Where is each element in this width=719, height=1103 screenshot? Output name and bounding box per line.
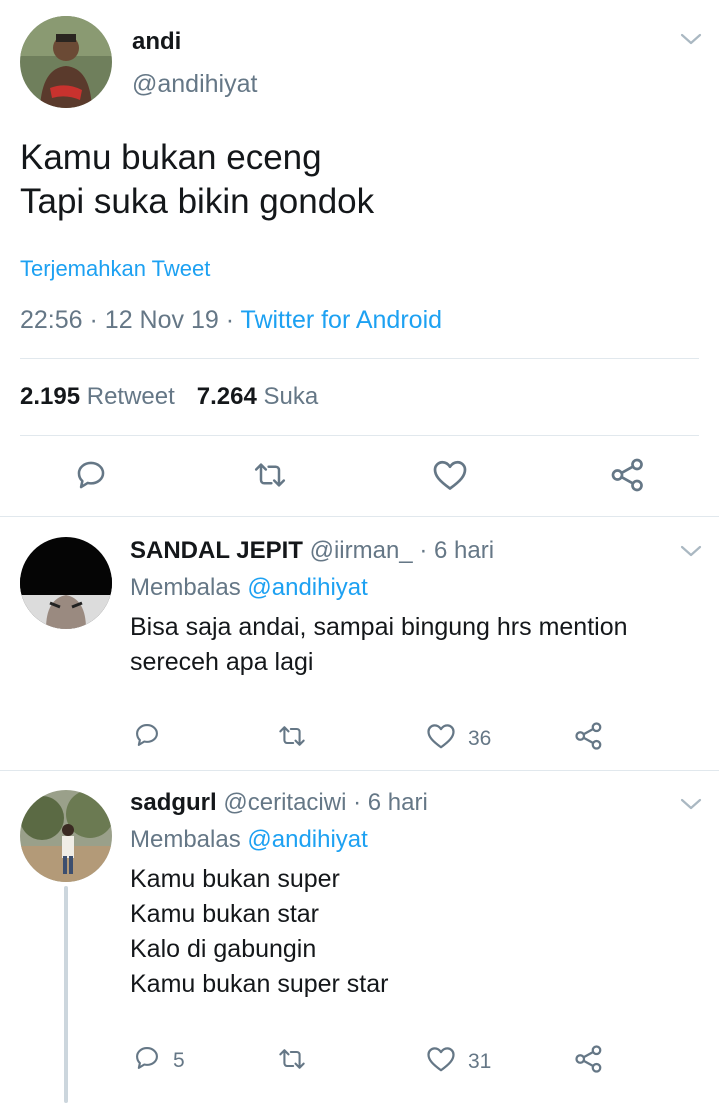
share-icon (574, 1044, 604, 1080)
like-button[interactable]: 36 (426, 722, 491, 756)
reply-button[interactable] (133, 721, 173, 755)
tweet-date: 12 Nov 19 (104, 306, 219, 334)
like-button[interactable]: 31 (426, 1045, 491, 1079)
reply-text-line: sereceh apa lagi (130, 648, 314, 676)
section-separator (0, 516, 719, 517)
share-button[interactable] (610, 457, 646, 493)
reply-header: sadgurl @ceritaciwi · 6 hari (130, 789, 428, 817)
reply-text: Bisa saja andai, sampai bingung hrs ment… (130, 610, 628, 680)
reply-icon (74, 458, 108, 492)
reply-text: Kamu bukan super Kamu bukan star Kalo di… (130, 862, 388, 1002)
like-icon (426, 1045, 456, 1079)
like-count: 36 (468, 727, 492, 750)
retweet-icon (276, 1045, 308, 1079)
like-icon (426, 722, 456, 756)
reply-author-handle[interactable]: @iirman_ (310, 537, 413, 564)
meta-separator: · (89, 306, 98, 334)
chevron-down-icon[interactable] (680, 544, 702, 558)
reply-button[interactable] (74, 458, 108, 492)
reply-age: · 6 hari (353, 789, 428, 816)
tweet-text-line: Kamu bukan eceng (20, 138, 322, 177)
reply-header: SANDAL JEPIT @iirman_ · 6 hari (130, 537, 494, 565)
retweet-button[interactable] (276, 1045, 308, 1079)
replying-to-link[interactable]: @andihiyat (247, 826, 367, 853)
replying-to-label: Membalas (130, 574, 241, 601)
retweet-button[interactable] (252, 458, 288, 492)
tweet-time: 22:56 (20, 306, 83, 334)
tweet-source-link[interactable]: Twitter for Android (241, 306, 442, 334)
author-name[interactable]: andi (132, 28, 181, 56)
reply-button[interactable]: 5 (133, 1044, 185, 1078)
share-button[interactable] (574, 1044, 604, 1080)
replying-to-link[interactable]: @andihiyat (247, 574, 367, 601)
retweet-stat-label: Retweet (86, 383, 175, 410)
reply-text-line: Bisa saja andai, sampai bingung hrs ment… (130, 613, 628, 641)
like-button[interactable] (432, 458, 468, 492)
chevron-down-icon[interactable] (680, 32, 702, 46)
reply-count: 5 (173, 1049, 185, 1072)
reply-text-line: Kamu bukan super star (130, 970, 389, 998)
thread-line (64, 886, 68, 1103)
share-button[interactable] (574, 721, 604, 757)
share-icon (610, 457, 646, 493)
reply-icon (133, 1044, 161, 1078)
tweet-text: Kamu bukan eceng Tapi suka bikin gondok (20, 136, 374, 224)
retweet-stat[interactable]: 2.195 Retweet (20, 383, 175, 410)
like-icon (432, 458, 468, 492)
reply-icon (133, 721, 161, 755)
divider (20, 358, 699, 359)
reply-author-handle[interactable]: @ceritaciwi (223, 789, 346, 816)
replying-to-label: Membalas (130, 826, 241, 853)
like-count: 7.264 (196, 383, 257, 410)
retweet-icon (276, 722, 308, 756)
author-avatar[interactable] (20, 16, 112, 108)
like-stat[interactable]: 7.264 Suka (197, 383, 318, 410)
tweet-text-line: Tapi suka bikin gondok (20, 182, 375, 221)
translate-tweet-link[interactable]: Terjemahkan Tweet (20, 256, 210, 282)
reply-author-name[interactable]: SANDAL JEPIT (130, 537, 303, 564)
reply-text-line: Kalo di gabungin (130, 935, 317, 963)
like-stat-label: Suka (263, 383, 319, 410)
reply-text-line: Kamu bukan super (130, 865, 340, 893)
reply-avatar[interactable] (20, 537, 112, 629)
replying-to: Membalas @andihiyat (130, 574, 368, 602)
chevron-down-icon[interactable] (680, 797, 702, 811)
section-separator (0, 770, 719, 771)
tweet-meta: 22:56 · 12 Nov 19 · Twitter for Android (20, 306, 442, 335)
reply-age: · 6 hari (419, 537, 495, 564)
replying-to: Membalas @andihiyat (130, 826, 368, 854)
divider (20, 435, 699, 436)
reply-author-name[interactable]: sadgurl (130, 789, 217, 816)
retweet-count: 2.195 (20, 383, 81, 410)
like-count: 31 (468, 1050, 492, 1073)
retweet-icon (252, 458, 288, 492)
author-handle[interactable]: @andihiyat (132, 70, 257, 99)
retweet-button[interactable] (276, 722, 308, 756)
share-icon (574, 721, 604, 757)
reply-avatar[interactable] (20, 790, 112, 882)
meta-separator: · (225, 306, 235, 334)
tweet-stats: 2.195 Retweet 7.264 Suka (20, 383, 318, 411)
reply-text-line: Kamu bukan star (130, 900, 319, 928)
